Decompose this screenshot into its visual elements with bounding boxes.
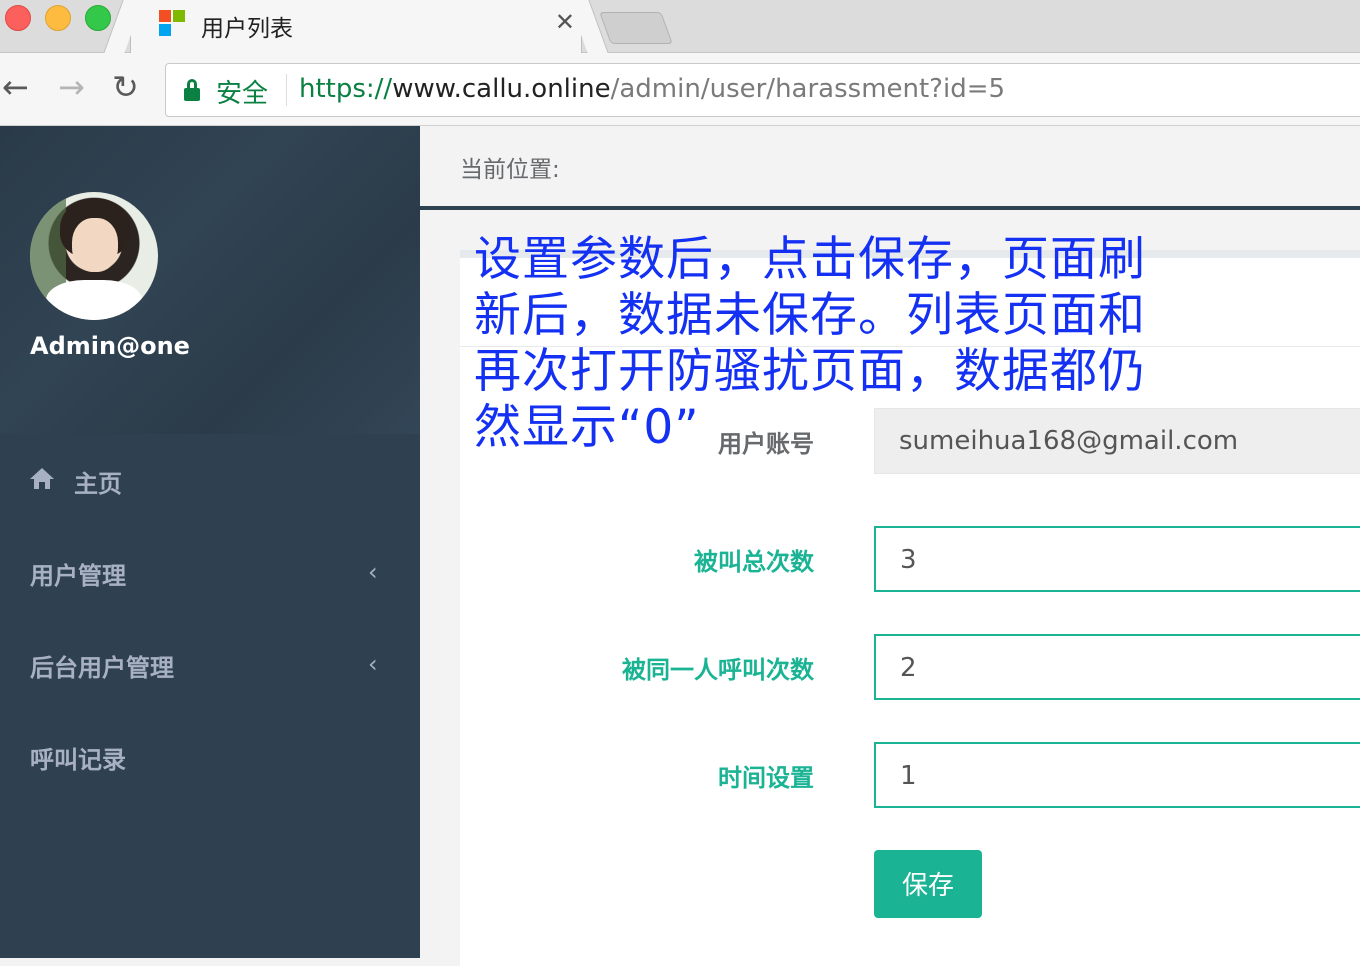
lock-icon[interactable] <box>184 79 200 101</box>
total-calls-input[interactable]: 3 <box>874 526 1360 592</box>
profile-header: Admin@one <box>0 126 420 434</box>
save-button[interactable]: 保存 <box>874 850 982 918</box>
window-zoom-button[interactable] <box>85 5 111 31</box>
time-setting-label: 时间设置 <box>718 764 814 792</box>
favicon-icon <box>159 10 189 40</box>
url-scheme: https:// <box>299 74 393 104</box>
sidebar-item-label: 用户管理 <box>30 562 126 590</box>
sidebar-item-home[interactable]: 主页 <box>0 434 420 526</box>
sidebar-item-call-records[interactable]: 呼叫记录 <box>0 710 420 802</box>
same-caller-input[interactable]: 2 <box>874 634 1360 700</box>
window-close-button[interactable] <box>5 5 31 31</box>
url-host: www.callu.online <box>392 74 611 104</box>
time-setting-input[interactable]: 1 <box>874 742 1360 808</box>
total-calls-label: 被叫总次数 <box>694 548 814 576</box>
browser-tab[interactable]: 用户列表 ✕ <box>130 0 582 53</box>
url-text[interactable]: https://www.callu.online/admin/user/hara… <box>299 74 1005 104</box>
sidebar-item-label: 后台用户管理 <box>30 654 174 682</box>
breadcrumb-bar: 当前位置: <box>420 126 1360 210</box>
chevron-left-icon: ‹ <box>368 558 378 586</box>
tab-title: 用户列表 <box>201 16 293 42</box>
home-icon <box>30 468 54 490</box>
reload-icon[interactable]: ↻ <box>112 67 139 107</box>
same-caller-label: 被同一人呼叫次数 <box>622 656 814 684</box>
username[interactable]: Admin@one <box>30 332 190 360</box>
annotation-text: 设置参数后，点击保存，页面刷新后，数据未保存。列表页面和再次打开防骚扰页面，数据… <box>474 232 1146 455</box>
address-separator <box>286 74 287 106</box>
close-icon[interactable]: ✕ <box>555 8 575 36</box>
secure-label[interactable]: 安全 <box>216 73 268 110</box>
sidebar-item-label: 主页 <box>74 470 122 498</box>
avatar[interactable] <box>30 192 158 320</box>
browser-tab-bar: 用户列表 ✕ <box>0 0 1360 53</box>
url-path: /admin/user/harassment?id=5 <box>610 74 1006 104</box>
chevron-left-icon: ‹ <box>368 650 378 678</box>
sidebar-menu: 主页 用户管理 ‹ 后台用户管理 ‹ 呼叫记录 <box>0 434 420 802</box>
sidebar-item-admin-user-management[interactable]: 后台用户管理 ‹ <box>0 618 420 710</box>
browser-toolbar: ← → ↻ 安全 https://www.callu.online/admin/… <box>0 53 1360 126</box>
sidebar: Admin@one 主页 用户管理 ‹ 后台用户管理 ‹ 呼叫记录 <box>0 126 420 958</box>
forward-icon[interactable]: → <box>58 67 85 107</box>
sidebar-item-user-management[interactable]: 用户管理 ‹ <box>0 526 420 618</box>
address-bar[interactable]: 安全 https://www.callu.online/admin/user/h… <box>165 63 1360 117</box>
breadcrumb: 当前位置: <box>460 157 560 183</box>
back-icon[interactable]: ← <box>2 67 29 107</box>
sidebar-item-label: 呼叫记录 <box>30 746 126 774</box>
new-tab-button[interactable] <box>599 12 673 44</box>
window-minimize-button[interactable] <box>45 5 71 31</box>
